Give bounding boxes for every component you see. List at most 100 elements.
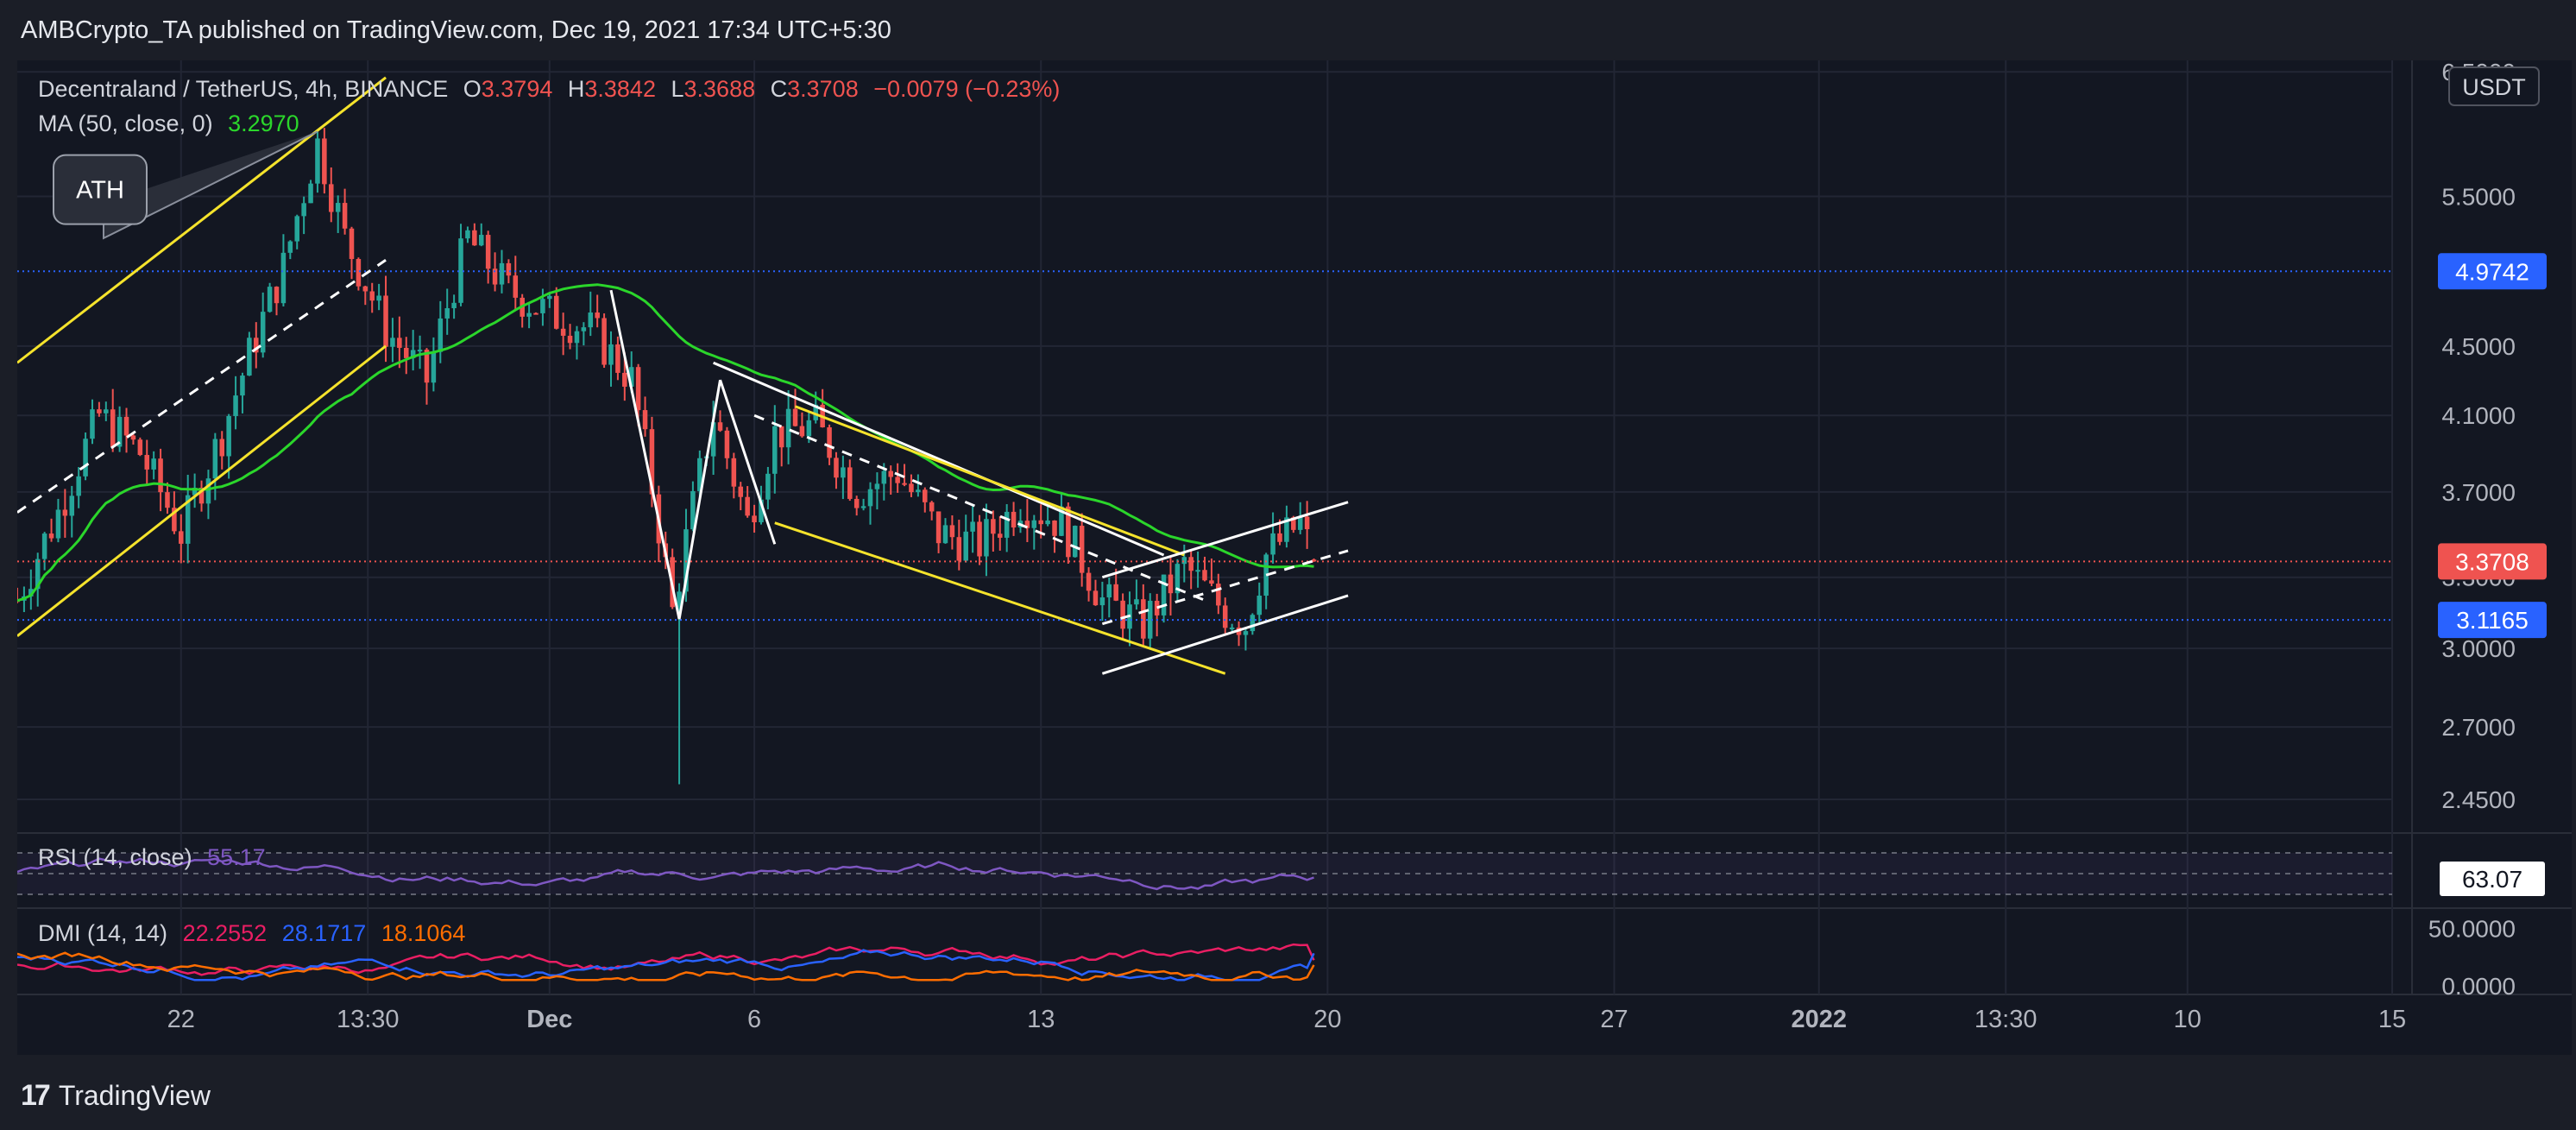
time-tick-label: 13 bbox=[1027, 1006, 1055, 1033]
price-level-label: 3.3708 bbox=[2455, 548, 2529, 575]
candle-body bbox=[137, 439, 143, 456]
chart-frame[interactable]: 6.50005.50004.50004.10003.70003.30003.00… bbox=[17, 60, 2572, 1055]
wedge-upper-yellow bbox=[794, 405, 1185, 557]
candle-body bbox=[622, 372, 627, 387]
candle-body bbox=[417, 350, 423, 352]
candle-body bbox=[369, 291, 375, 301]
candle-body bbox=[949, 525, 955, 538]
ma-value: 3.2970 bbox=[228, 110, 299, 136]
candle-body bbox=[745, 496, 750, 516]
candle-body bbox=[553, 295, 559, 329]
candle-body bbox=[1188, 557, 1194, 571]
candle-body bbox=[799, 426, 805, 437]
candle-body bbox=[841, 467, 846, 478]
candle-body bbox=[62, 509, 68, 516]
candle-body bbox=[130, 435, 136, 440]
candle-body bbox=[179, 531, 184, 544]
adx-line bbox=[17, 951, 1315, 982]
footer: 17 TradingView bbox=[0, 1062, 2576, 1130]
time-tick-label: 13:30 bbox=[1975, 1006, 2037, 1033]
candle-body bbox=[458, 238, 463, 303]
candle-body bbox=[158, 458, 163, 493]
candle-body bbox=[902, 483, 907, 485]
candle-body bbox=[888, 470, 893, 477]
candle-body bbox=[1045, 520, 1050, 525]
candle-body bbox=[390, 338, 395, 347]
candle-body bbox=[970, 521, 975, 532]
candle-body bbox=[1168, 574, 1174, 594]
candle-body bbox=[935, 511, 942, 544]
price-tick-label: 3.7000 bbox=[2441, 479, 2516, 506]
candle-body bbox=[69, 496, 75, 516]
candle-body bbox=[567, 335, 573, 344]
candle-body bbox=[731, 458, 737, 487]
pattern-leg-1 bbox=[609, 289, 681, 620]
candle-body bbox=[1216, 584, 1221, 606]
candle-body bbox=[717, 422, 723, 431]
chart-svg[interactable]: 6.50005.50004.50004.10003.70003.30003.00… bbox=[17, 60, 2572, 1055]
high-value: 3.3842 bbox=[584, 76, 656, 102]
ma-label: MA (50, close, 0) bbox=[38, 110, 213, 136]
candle-body bbox=[1202, 570, 1207, 581]
candle-body bbox=[772, 426, 778, 474]
candle-body bbox=[110, 409, 116, 447]
close-value: 3.3708 bbox=[787, 76, 859, 102]
candle-body bbox=[1222, 605, 1228, 628]
candle-body bbox=[1181, 557, 1187, 565]
candle-body bbox=[97, 409, 102, 413]
candle-body bbox=[635, 367, 641, 411]
candle-body bbox=[1141, 599, 1146, 639]
ath-label: ATH bbox=[76, 177, 124, 205]
rsi-legend: RSI (14, close) 55.17 bbox=[38, 844, 274, 871]
candle-body bbox=[792, 408, 798, 426]
price-level-label: 3.1165 bbox=[2456, 607, 2529, 634]
candle-body bbox=[785, 408, 791, 448]
candle-body bbox=[478, 235, 484, 246]
candle-body bbox=[1250, 615, 1256, 632]
tradingview-logo-icon: 17 bbox=[21, 1079, 51, 1112]
candle-body bbox=[1052, 520, 1057, 536]
candle-body bbox=[41, 533, 47, 559]
candle-body bbox=[977, 521, 982, 557]
candle-body bbox=[465, 230, 470, 239]
candle-body bbox=[322, 138, 327, 185]
candle-body bbox=[444, 308, 450, 319]
candle-body bbox=[963, 531, 968, 561]
candle-body bbox=[356, 259, 362, 287]
dmi-label: DMI (14, 14) bbox=[38, 920, 168, 946]
time-tick-label: 22 bbox=[167, 1006, 195, 1033]
candle-body bbox=[329, 184, 334, 212]
candle-body bbox=[165, 492, 170, 508]
candle-body bbox=[267, 287, 273, 312]
candle-body bbox=[642, 410, 648, 430]
candle-body bbox=[526, 312, 532, 317]
ma-legend: MA (50, close, 0) 3.2970 bbox=[38, 110, 308, 137]
candle-body bbox=[1038, 520, 1043, 525]
trendline-mid-dashed bbox=[17, 258, 387, 514]
time-tick-label: 13:30 bbox=[337, 1006, 400, 1033]
price-tick-label: 4.1000 bbox=[2441, 402, 2516, 429]
candle-body bbox=[765, 473, 771, 500]
candle-body bbox=[1270, 533, 1275, 555]
candle-body bbox=[376, 295, 381, 301]
candle-body bbox=[1243, 631, 1249, 635]
candle-body bbox=[853, 498, 860, 508]
time-tick-label: 20 bbox=[1313, 1006, 1341, 1033]
candle-body bbox=[1257, 595, 1263, 616]
candle-body bbox=[1134, 599, 1139, 605]
candle-body bbox=[1011, 511, 1017, 528]
candle-body bbox=[349, 228, 355, 260]
candle-body bbox=[294, 216, 299, 242]
main-legend: Decentraland / TetherUS, 4h, BINANCE O3.… bbox=[38, 76, 1068, 103]
candle-body bbox=[472, 230, 477, 246]
low-value: 3.3688 bbox=[683, 76, 756, 102]
adx-value: 18.1064 bbox=[381, 920, 466, 946]
candle-body bbox=[240, 376, 245, 396]
candle-body bbox=[1304, 516, 1310, 530]
candle-body bbox=[144, 455, 150, 470]
symbol-title: Decentraland / TetherUS, 4h, BINANCE bbox=[38, 76, 449, 102]
candle-body bbox=[738, 486, 744, 497]
candle-body bbox=[1120, 600, 1125, 629]
candle-body bbox=[485, 235, 491, 269]
time-tick-label: 10 bbox=[2174, 1006, 2201, 1033]
